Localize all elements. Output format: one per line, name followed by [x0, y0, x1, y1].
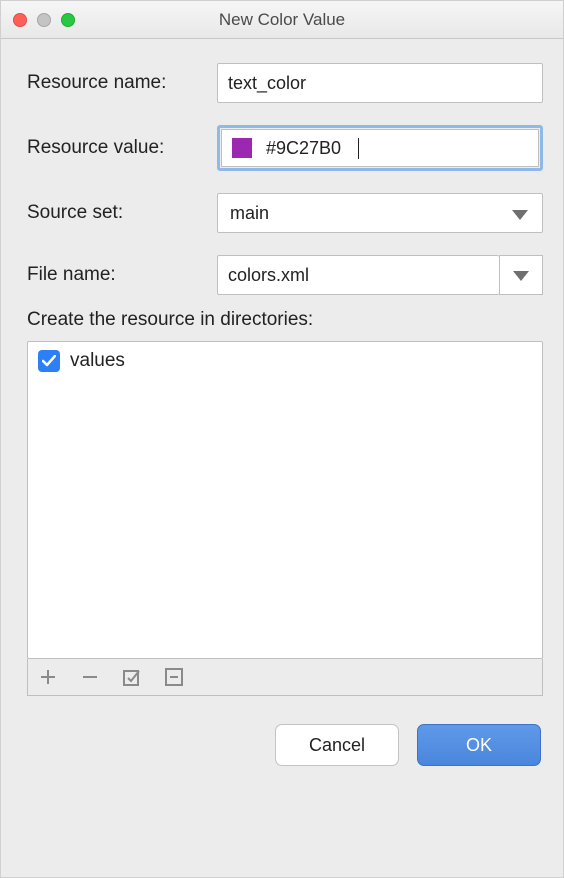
- file-name-label: File name:: [27, 264, 217, 286]
- directories-list[interactable]: values: [27, 341, 543, 659]
- ok-button[interactable]: OK: [417, 724, 541, 766]
- minus-icon: [82, 669, 98, 685]
- deselect-all-icon: [165, 668, 183, 686]
- directories-toolbar: [27, 659, 543, 696]
- deselect-all-button[interactable]: [164, 667, 184, 687]
- add-button[interactable]: [38, 667, 58, 687]
- color-swatch[interactable]: [232, 138, 252, 158]
- file-name-row: File name:: [27, 255, 543, 295]
- maximize-window-button[interactable]: [61, 13, 75, 27]
- source-set-label: Source set:: [27, 202, 217, 224]
- file-name-combo: [217, 255, 543, 295]
- plus-icon: [40, 669, 56, 685]
- dialog-footer: Cancel OK: [1, 706, 563, 786]
- source-set-value: main: [230, 203, 269, 224]
- list-item[interactable]: values: [28, 342, 542, 380]
- file-name-field[interactable]: [217, 255, 499, 295]
- titlebar: New Color Value: [1, 1, 563, 39]
- select-all-icon: [123, 668, 141, 686]
- file-name-dropdown-button[interactable]: [499, 255, 543, 295]
- source-set-row: Source set: main: [27, 193, 543, 233]
- remove-button[interactable]: [80, 667, 100, 687]
- window-title: New Color Value: [1, 10, 563, 30]
- resource-name-input[interactable]: [228, 73, 532, 94]
- directory-checkbox[interactable]: [38, 350, 60, 372]
- directories-label: Create the resource in directories:: [27, 309, 543, 331]
- source-set-dropdown[interactable]: main: [217, 193, 543, 233]
- chevron-down-icon: [513, 265, 529, 286]
- resource-name-label: Resource name:: [27, 72, 217, 94]
- minimize-window-button[interactable]: [37, 13, 51, 27]
- resource-value-field[interactable]: [221, 129, 539, 167]
- dialog-content: Resource name: Resource value: Source se…: [1, 39, 563, 706]
- cancel-button[interactable]: Cancel: [275, 724, 399, 766]
- file-name-input[interactable]: [228, 265, 489, 286]
- check-icon: [42, 355, 56, 367]
- close-window-button[interactable]: [13, 13, 27, 27]
- chevron-down-icon: [512, 210, 528, 220]
- resource-name-row: Resource name:: [27, 63, 543, 103]
- resource-value-row: Resource value:: [27, 125, 543, 171]
- resource-value-input[interactable]: [266, 138, 528, 159]
- resource-name-field[interactable]: [217, 63, 543, 103]
- resource-value-label: Resource value:: [27, 137, 217, 159]
- resource-value-focused-wrap: [217, 125, 543, 171]
- window-controls: [13, 13, 75, 27]
- select-all-button[interactable]: [122, 667, 142, 687]
- directory-item-label: values: [70, 350, 125, 372]
